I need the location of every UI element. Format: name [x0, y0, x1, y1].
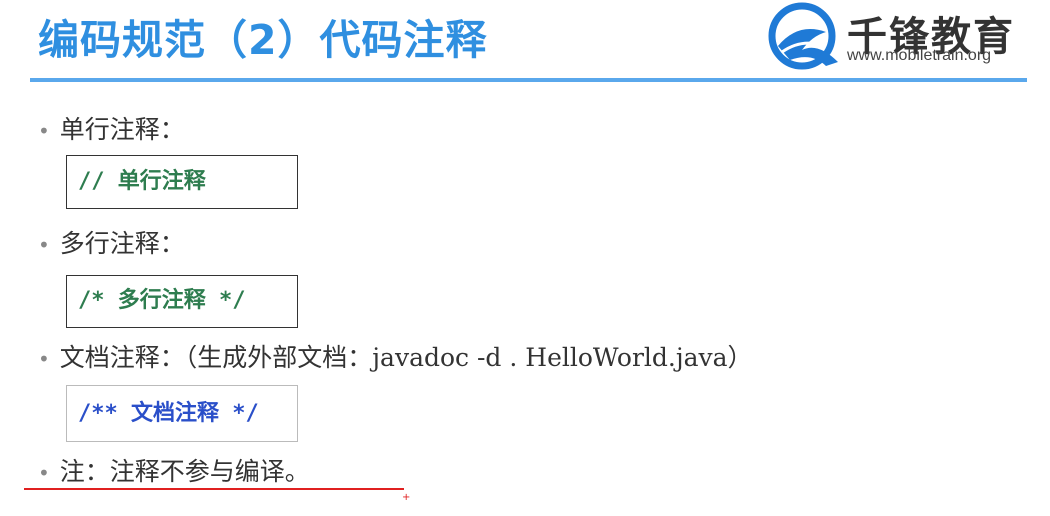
- brand-url: www.mobiletrain.org: [847, 47, 992, 64]
- code-box-doc: /** 文档注释 */: [66, 385, 298, 442]
- code-text: // 单行注释: [78, 169, 206, 194]
- bullet-dot: •: [38, 233, 50, 257]
- code-text: /** 文档注释 */: [78, 401, 259, 426]
- bullet-label: 多行注释：: [59, 229, 185, 258]
- bullet-note: • 注：注释不参与编译。: [38, 452, 310, 488]
- code-box-single-line: // 单行注释: [66, 155, 298, 209]
- bullet-dot: •: [38, 119, 50, 143]
- title-rule: [30, 78, 1027, 82]
- bullet-single-line: • 单行注释：: [38, 110, 185, 146]
- slide-title: 编码规范（2）代码注释: [38, 16, 488, 64]
- bullet-multi-line: • 多行注释：: [38, 224, 185, 260]
- code-text: /* 多行注释 */: [78, 288, 246, 313]
- annotation-cursor-icon: +: [402, 492, 411, 503]
- bullet-doc: • 文档注释：（生成外部文档：javadoc -d . HelloWorld.ja…: [38, 338, 753, 374]
- bullet-label: 文档注释：（生成外部文档：javadoc -d . HelloWorld.jav…: [59, 343, 753, 372]
- logo-mark-icon: [768, 2, 838, 70]
- annotation-underline: [24, 488, 404, 490]
- bullet-dot: •: [38, 461, 50, 485]
- brand-logo: 千锋教育 www.mobiletrain.org: [768, 2, 1038, 72]
- bullet-label: 注：注释不参与编译。: [59, 457, 310, 486]
- bullet-label: 单行注释：: [59, 115, 185, 144]
- code-box-multi-line: /* 多行注释 */: [66, 275, 298, 328]
- bullet-dot: •: [38, 347, 50, 371]
